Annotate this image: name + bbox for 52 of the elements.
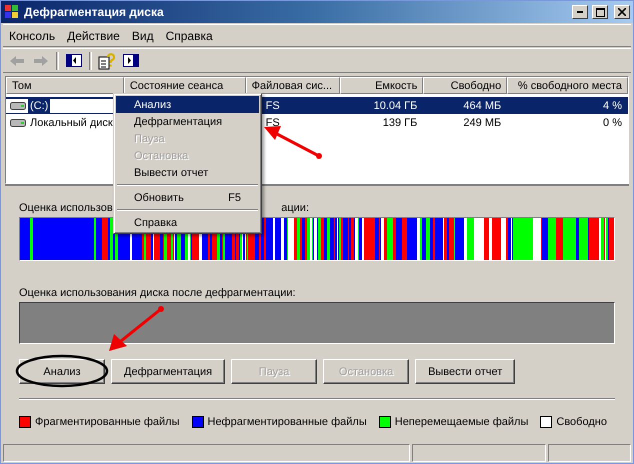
after-defrag-label: Оценка использования диска после дефрагментации: bbox=[19, 287, 297, 299]
table-cell-text: 464 МБ bbox=[462, 100, 502, 112]
arrow-drawing bbox=[264, 126, 322, 159]
context-menu-item[interactable]: Анализ bbox=[116, 96, 259, 113]
back-arrow-icon bbox=[10, 56, 24, 66]
context-menu-item[interactable]: Обновить F5 bbox=[116, 189, 259, 206]
column-header[interactable]: Состояние сеанса bbox=[124, 77, 246, 94]
context-menu-item[interactable]: Дефрагментация bbox=[116, 113, 259, 130]
window-title: Дефрагментация диска bbox=[24, 5, 165, 19]
action-button[interactable]: Анализ bbox=[19, 359, 105, 384]
column-header[interactable]: Свободно bbox=[423, 77, 508, 94]
legend-label: Нефрагментированные файлы bbox=[208, 416, 367, 428]
close-button[interactable] bbox=[614, 5, 630, 19]
table-cell-text: FS bbox=[264, 100, 281, 112]
action-button[interactable]: Вывести отчет bbox=[415, 359, 516, 384]
context-menu-item[interactable]: Вывести отчет bbox=[116, 164, 259, 181]
tree-pane-icon bbox=[66, 54, 82, 67]
legend-label: Неперемещаемые файлы bbox=[394, 416, 528, 428]
table-cell-text: 249 МБ bbox=[462, 116, 502, 128]
table-cell-text: 0 % bbox=[602, 116, 624, 128]
column-header[interactable]: Файловая сис... bbox=[246, 77, 340, 94]
minimize-icon bbox=[577, 11, 583, 13]
before-defrag-label: Оценка использов bbox=[19, 202, 113, 214]
table-cell-text: 139 ГБ bbox=[382, 116, 418, 128]
action-button[interactable]: Дефрагментация bbox=[111, 359, 226, 384]
column-header[interactable]: Емкость bbox=[340, 77, 424, 94]
menu-item[interactable]: Консоль bbox=[3, 26, 62, 44]
column-header[interactable]: Том bbox=[6, 77, 124, 94]
table-cell-text: 10.04 ГБ bbox=[372, 100, 418, 112]
arrow-drawing bbox=[109, 306, 164, 351]
table-cell-text: Локальный диск. bbox=[29, 116, 117, 130]
legend-label: Свободно bbox=[556, 416, 607, 428]
column-header[interactable]: % свободного места bbox=[507, 77, 628, 94]
minimize-button[interactable] bbox=[572, 5, 588, 19]
action-pane-icon bbox=[123, 54, 139, 67]
before-defrag-label: ации: bbox=[281, 202, 309, 214]
menu-item[interactable]: Вид bbox=[126, 26, 160, 44]
table-cell-text: 4 % bbox=[602, 100, 624, 112]
forward-arrow-icon bbox=[34, 56, 48, 66]
table-cell-text: FS bbox=[264, 116, 281, 128]
help-icon bbox=[98, 52, 116, 70]
drive-icon bbox=[10, 100, 26, 110]
drive-icon bbox=[10, 118, 26, 128]
maximize-button[interactable] bbox=[592, 5, 608, 19]
legend-label: Фрагментированные файлы bbox=[35, 416, 180, 428]
menu-item[interactable]: Справка bbox=[160, 26, 219, 44]
app-icon bbox=[4, 4, 20, 20]
table-cell: (C:) bbox=[28, 98, 50, 112]
close-icon bbox=[618, 8, 626, 16]
context-menu-item[interactable]: Справка bbox=[116, 214, 259, 231]
maximize-icon bbox=[596, 8, 604, 16]
menu-item[interactable]: Действие bbox=[61, 26, 126, 44]
